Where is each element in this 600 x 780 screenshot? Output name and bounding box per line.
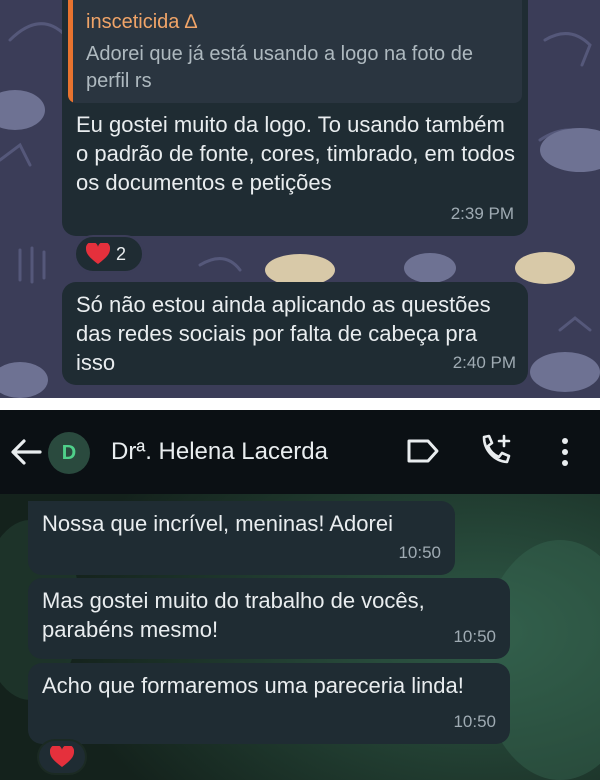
top-chat-screenshot: insceticida ∆ Adorei que já está usando … (0, 0, 600, 398)
bottom-chat-screenshot: D Drª. Helena Lacerda Nossa que incrível… (0, 410, 600, 780)
quote-author: insceticida ∆ (86, 11, 198, 33)
label-icon[interactable] (406, 438, 440, 464)
screenshot-divider (0, 398, 600, 410)
message-bubble[interactable]: Nossa que incrível, meninas! Adorei 10:5… (28, 501, 455, 575)
message-text: Nossa que incrível, meninas! Adorei (42, 511, 393, 536)
add-call-icon[interactable] (478, 432, 514, 468)
reaction-count: 2 (116, 243, 127, 264)
message-time: 2:40 PM (452, 353, 516, 372)
message-bubble[interactable]: Só não estou ainda aplicando as questões… (62, 282, 528, 385)
heart-icon (86, 243, 110, 264)
message-text: Só não estou ainda aplicando as questões… (76, 292, 491, 375)
message-text: Eu gostei muito da logo. To usando també… (76, 112, 516, 195)
heart-icon (50, 746, 74, 767)
message-reaction[interactable]: 2 (74, 235, 144, 273)
message-bubble[interactable]: Acho que formaremos uma pareceria linda!… (28, 663, 510, 744)
message-reaction[interactable] (37, 739, 87, 775)
message-bubble[interactable]: Mas gostei muito do trabalho de vocês, p… (28, 578, 510, 659)
back-arrow-icon[interactable] (10, 437, 42, 467)
quoted-reply[interactable]: insceticida ∆ Adorei que já está usando … (68, 0, 522, 103)
message-time: 10:50 (453, 712, 496, 731)
more-options-icon[interactable] (555, 436, 575, 468)
message-time: 2:39 PM (450, 204, 514, 223)
quote-accent-bar (68, 0, 73, 103)
contact-name[interactable]: Drª. Helena Lacerda (111, 438, 328, 466)
message-time: 10:50 (453, 627, 496, 646)
message-text: Acho que formaremos uma pareceria linda! (42, 673, 464, 698)
message-text: Mas gostei muito do trabalho de vocês, p… (42, 588, 425, 642)
avatar[interactable]: D (48, 432, 90, 474)
message-bubble-quoted[interactable]: insceticida ∆ Adorei que já está usando … (62, 0, 528, 236)
chat-header: D Drª. Helena Lacerda (0, 410, 600, 494)
message-time: 10:50 (398, 543, 441, 562)
quote-text: Adorei que já está usando a logo na foto… (86, 43, 473, 92)
